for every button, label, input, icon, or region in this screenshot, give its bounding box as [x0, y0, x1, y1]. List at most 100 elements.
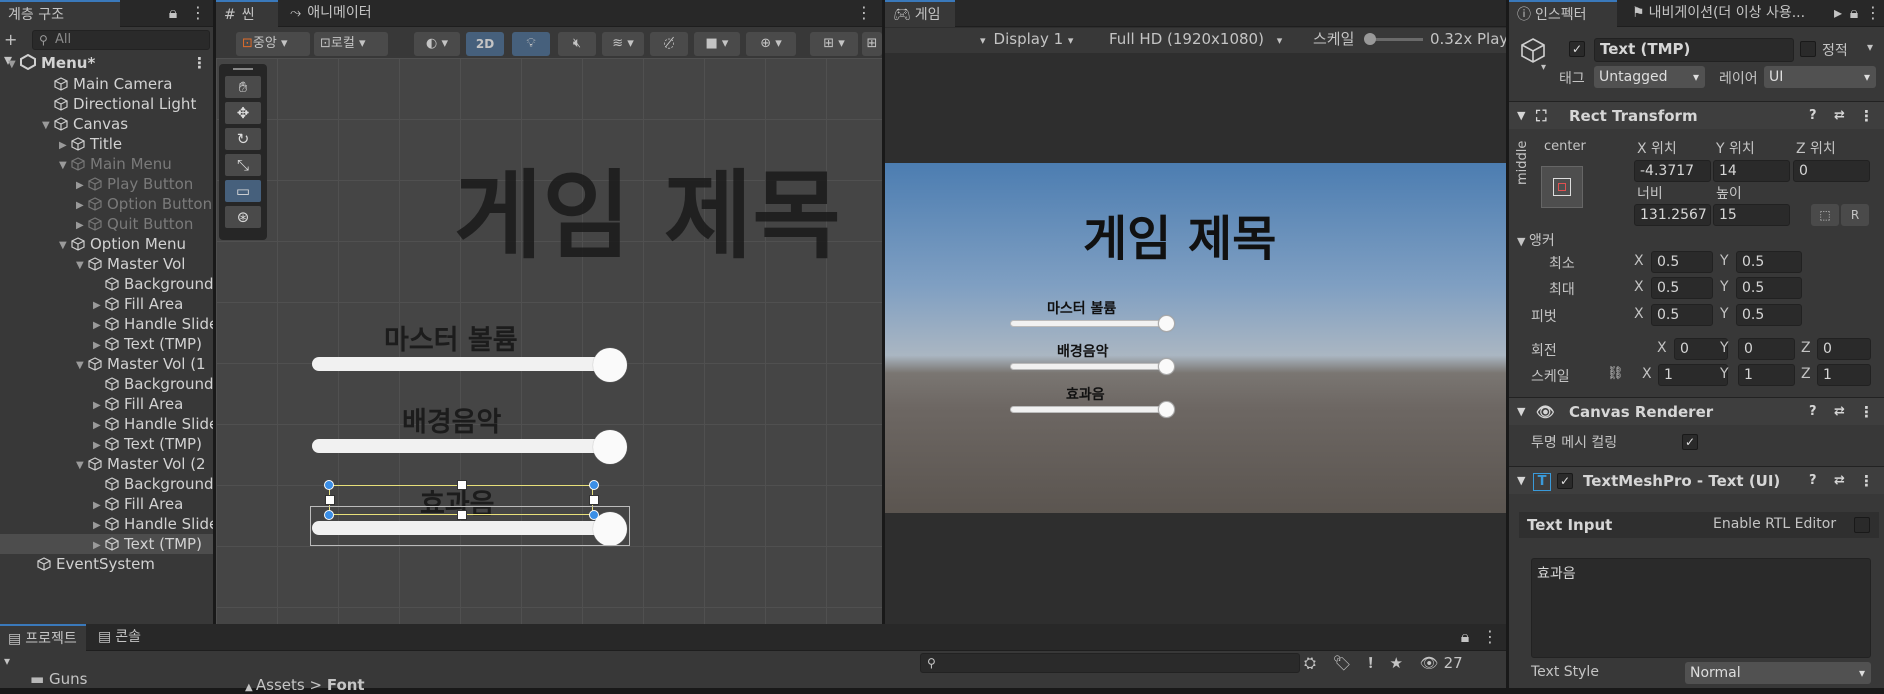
display-dropdown[interactable]: ▾ Display 1 ▾	[980, 28, 1075, 50]
project-search-input[interactable]: ⚲	[920, 653, 1300, 673]
hierarchy-item[interactable]: ▼ Option Menu	[0, 234, 213, 254]
hidden-packages-icon[interactable]: 👁︎	[1420, 654, 1439, 672]
add-object-button[interactable]: + ▾	[4, 30, 30, 69]
expand-arrow-icon[interactable]: ▶	[93, 296, 105, 314]
lock-icon[interactable]: 🔒︎	[1458, 626, 1472, 648]
hierarchy-item[interactable]: ▼ Master Vol (2	[0, 454, 213, 474]
anchor-min-x-field[interactable]: 0.5	[1651, 251, 1713, 273]
expand-arrow-icon[interactable]: ▶	[93, 536, 105, 554]
expand-arrow-icon[interactable]: ▼	[42, 116, 54, 134]
scale-tool-icon[interactable]: ⤡	[225, 154, 261, 176]
expand-arrow-icon[interactable]: ▶	[76, 196, 88, 214]
hierarchy-item[interactable]: ▶ Quit Button	[0, 214, 213, 234]
gizmos-dropdown-icon[interactable]: ⊕ ▾	[746, 32, 796, 56]
scene-slider-bgm-handle[interactable]	[593, 430, 627, 464]
scale-z-field[interactable]: 1	[1817, 364, 1871, 386]
text-style-dropdown[interactable]: Normal	[1685, 662, 1871, 684]
preset-icon[interactable]: ⇄	[1834, 102, 1845, 130]
tag-dropdown[interactable]: Untagged	[1594, 66, 1705, 88]
canvas-renderer-header[interactable]: ▼ 👁︎ Canvas Renderer ? ⇄ ⋮	[1509, 397, 1884, 425]
rect-tool-icon[interactable]: ▭	[225, 180, 261, 202]
expand-arrow-icon[interactable]: ▼	[59, 236, 71, 254]
expand-arrow-icon[interactable]: ▼	[59, 156, 71, 174]
filter-type-icon[interactable]: ⛭	[1304, 654, 1316, 672]
static-dropdown-icon[interactable]: ▾	[1867, 40, 1873, 54]
move-tool-icon[interactable]: ✥	[225, 102, 261, 124]
lighting-toggle-icon[interactable]: 💡︎	[512, 32, 550, 56]
hierarchy-search-input[interactable]: ⚲ All	[32, 30, 210, 50]
hierarchy-item[interactable]: ▶ Handle Slide	[0, 314, 213, 334]
hierarchy-item[interactable]: ▼ Canvas	[0, 114, 213, 134]
resize-handle-bottom[interactable]	[457, 510, 467, 520]
breadcrumb-font[interactable]: Font	[327, 676, 365, 694]
component-menu-icon[interactable]: ⋮	[1859, 467, 1874, 495]
hierarchy-item[interactable]: Directional Light	[0, 94, 213, 114]
scene-root[interactable]: ▼ Menu* ⋮	[0, 53, 213, 73]
scene-label-bgm[interactable]: 배경음악	[402, 400, 501, 439]
favorite-star-icon[interactable]: ★	[1390, 654, 1403, 672]
tmp-enabled-checkbox[interactable]: ✓	[1557, 473, 1573, 489]
tab-navigation[interactable]: ⚑ 내비게이션(더 이상 사용...	[1624, 0, 1829, 27]
inspector-more-icon[interactable]: ⋮	[1865, 2, 1881, 24]
hierarchy-item[interactable]: EventSystem	[0, 554, 213, 574]
expand-arrow-icon[interactable]: ▶	[93, 396, 105, 414]
audio-toggle-icon[interactable]: 🔇︎	[558, 32, 596, 56]
expand-arrow-icon[interactable]: ▼	[76, 456, 88, 474]
hierarchy-item[interactable]: ▼ Main Menu	[0, 154, 213, 174]
expand-arrow-icon[interactable]: ▶	[93, 516, 105, 534]
anchor-handle-icon[interactable]	[324, 480, 334, 490]
scene-slider-master[interactable]	[312, 357, 612, 371]
tab-scroll-icon[interactable]: ▸	[1831, 2, 1845, 24]
rotation-z-field[interactable]: 0	[1817, 338, 1871, 360]
game-slider-sfx-handle[interactable]	[1158, 401, 1175, 418]
active-checkbox[interactable]: ✓	[1569, 41, 1585, 57]
resize-handle-left[interactable]	[325, 495, 335, 505]
foldout-arrow-icon[interactable]: ▼	[1517, 467, 1525, 495]
rtl-editor-checkbox[interactable]	[1854, 517, 1870, 533]
hierarchy-item[interactable]: ▶ Fill Area	[0, 294, 213, 314]
constrain-proportions-icon[interactable]: ⛓︎	[1607, 366, 1624, 381]
tmp-header[interactable]: ▼ T ✓ TextMeshPro - Text (UI) ? ⇄ ⋮	[1509, 466, 1884, 494]
anchors-foldout[interactable]: ▼ 앵커	[1517, 230, 1555, 250]
drag-handle-icon[interactable]	[233, 68, 253, 70]
pos-y-field[interactable]: 14	[1713, 160, 1790, 182]
scale-y-field[interactable]: 1	[1738, 364, 1795, 386]
expand-arrow-icon[interactable]: ▶	[93, 436, 105, 454]
tab-console[interactable]: ▤ 콘솔	[90, 624, 160, 651]
static-checkbox[interactable]	[1800, 41, 1816, 57]
anchor-presets-button[interactable]	[1541, 166, 1583, 208]
scale-slider-handle[interactable]	[1364, 33, 1376, 45]
hierarchy-item[interactable]: ▶ Text (TMP)	[0, 534, 213, 554]
expand-arrow-icon[interactable]: ▶	[93, 336, 105, 354]
game-slider-bgm[interactable]	[1010, 363, 1170, 370]
visibility-toggle-icon[interactable]: ◌̸	[650, 32, 688, 56]
anchor-handle-icon[interactable]	[589, 510, 599, 520]
preset-icon[interactable]: ⇄	[1834, 467, 1845, 495]
tab-inspector[interactable]: ⓘ 인스펙터	[1509, 0, 1617, 27]
scene-slider-bgm[interactable]	[312, 439, 612, 453]
hierarchy-item[interactable]: ▶ Option Button	[0, 194, 213, 214]
expand-arrow-icon[interactable]: ▼	[76, 256, 88, 274]
hierarchy-item[interactable]: Background	[0, 474, 213, 494]
scale-x-field[interactable]: 1	[1658, 364, 1728, 386]
expand-arrow-icon[interactable]: ▼	[8, 55, 20, 73]
hierarchy-item[interactable]: ▶ Text (TMP)	[0, 334, 213, 354]
transform-tool-icon[interactable]: ⊛	[225, 206, 261, 228]
space-dropdown[interactable]: ⊡로컬 ▾	[314, 32, 388, 56]
scene-viewport[interactable]: ✋︎ ✥ ↻ ⤡ ▭ ⊛ 게임 제목 마스터 볼륨 배경음악 효과음	[216, 58, 882, 624]
shading-mode-dropdown[interactable]: ◐ ▾	[414, 32, 460, 56]
hierarchy-item[interactable]: Background	[0, 374, 213, 394]
hierarchy-item[interactable]: ▶ Fill Area	[0, 394, 213, 414]
folder-guns[interactable]: ▬ Guns	[30, 670, 87, 688]
anchor-handle-icon[interactable]	[324, 510, 334, 520]
game-slider-master-handle[interactable]	[1158, 315, 1175, 332]
hierarchy-item[interactable]: ▶ Handle Slide	[0, 514, 213, 534]
foldout-arrow-icon[interactable]: ▼	[1517, 102, 1525, 130]
tab-hierarchy[interactable]: 계층 구조	[0, 0, 120, 27]
expand-arrow-icon[interactable]: ▼	[76, 356, 88, 374]
pos-z-field[interactable]: 0	[1793, 160, 1870, 182]
help-icon[interactable]: ?	[1809, 398, 1817, 426]
layer-dropdown[interactable]: UI	[1764, 66, 1876, 88]
expand-arrow-icon[interactable]: ▶	[93, 496, 105, 514]
game-slider-master[interactable]	[1010, 320, 1170, 327]
